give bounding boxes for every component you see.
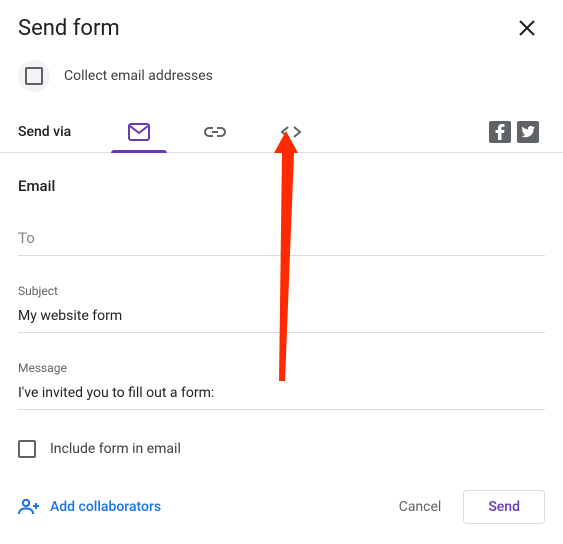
- collect-emails-row: Collect email addresses: [0, 50, 563, 106]
- include-form-row: Include form in email: [0, 438, 563, 476]
- tab-email[interactable]: [101, 112, 177, 152]
- subject-field: Subject: [18, 284, 545, 333]
- send-button[interactable]: Send: [463, 490, 545, 524]
- include-form-label: Include form in email: [50, 441, 181, 457]
- person-add-icon: [18, 499, 40, 515]
- tab-embed[interactable]: [253, 112, 329, 152]
- dialog-header: Send form: [0, 0, 563, 50]
- message-field: Message: [18, 361, 545, 410]
- email-icon: [128, 123, 150, 141]
- collect-emails-checkbox-wrap: [18, 60, 50, 92]
- add-collaborators-label: Add collaborators: [50, 499, 161, 515]
- twitter-button[interactable]: [517, 121, 539, 143]
- collect-emails-checkbox[interactable]: [25, 67, 43, 85]
- send-via-tabs: Send via: [0, 106, 563, 153]
- subject-label: Subject: [18, 284, 545, 298]
- include-form-checkbox[interactable]: [18, 440, 36, 458]
- embed-icon: [280, 125, 302, 139]
- facebook-icon: [495, 124, 505, 140]
- dialog-footer: Add collaborators Cancel Send: [0, 476, 563, 538]
- cancel-button[interactable]: Cancel: [385, 491, 456, 523]
- message-input[interactable]: [18, 379, 545, 410]
- message-label: Message: [18, 361, 545, 375]
- social-share: [489, 121, 545, 143]
- email-section-title: Email: [18, 177, 545, 195]
- close-button[interactable]: [513, 14, 541, 42]
- twitter-icon: [521, 126, 535, 138]
- facebook-button[interactable]: [489, 121, 511, 143]
- tab-link[interactable]: [177, 112, 253, 152]
- email-section: Email Subject Message: [0, 153, 563, 410]
- close-icon: [518, 19, 536, 37]
- to-field: [18, 223, 545, 256]
- send-form-dialog: Send form Collect email addresses Send v…: [0, 0, 563, 538]
- dialog-title: Send form: [18, 16, 120, 41]
- link-icon: [204, 126, 226, 138]
- collect-emails-label: Collect email addresses: [64, 68, 213, 84]
- subject-input[interactable]: [18, 302, 545, 333]
- to-input[interactable]: [18, 223, 545, 256]
- add-collaborators-button[interactable]: Add collaborators: [18, 499, 161, 515]
- send-via-label: Send via: [18, 124, 71, 140]
